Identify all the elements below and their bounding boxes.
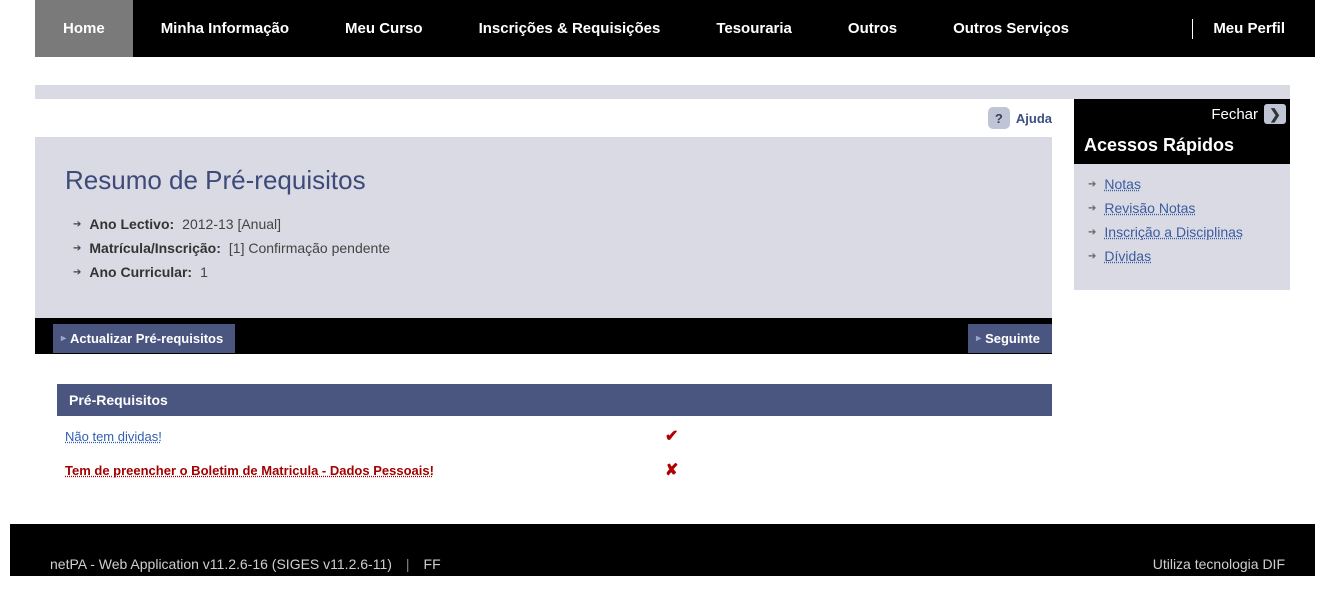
prereq-header: Pré-Requisitos	[57, 384, 1052, 416]
matricula-value: [1] Confirmação pendente	[229, 240, 390, 256]
update-prereq-button[interactable]: ▸ Actualizar Pré-requisitos	[53, 324, 235, 353]
action-bar: ▸ Actualizar Pré-requisitos ▸ Seguinte	[35, 322, 1052, 354]
check-icon: ✔	[665, 426, 678, 446]
nav-outros[interactable]: Outros	[820, 0, 925, 57]
arrow-icon: ➔	[1088, 179, 1096, 190]
sidebar-close-label[interactable]: Fechar	[1211, 106, 1258, 123]
nav-minha-informacao[interactable]: Minha Informação	[133, 0, 317, 57]
nav-tesouraria[interactable]: Tesouraria	[688, 0, 820, 57]
arrow-icon: ➔	[73, 267, 81, 278]
arrow-icon: ➔	[1088, 227, 1096, 238]
footer: netPA - Web Application v11.2.6-16 (SIGE…	[10, 524, 1315, 576]
prereq-err-link[interactable]: Tem de preencher o Boletim de Matricula …	[65, 463, 434, 478]
sidebar-title: Acessos Rápidos	[1074, 129, 1290, 164]
nav-inscricoes-requisicoes[interactable]: Inscrições & Requisições	[451, 0, 689, 57]
update-prereq-label: Actualizar Pré-requisitos	[70, 331, 223, 346]
prereq-section: Pré-Requisitos Não tem dividas! ✔ Tem de…	[57, 384, 1052, 484]
nav-home[interactable]: Home	[35, 0, 133, 57]
page-title: Resumo de Pré-requisitos	[65, 165, 1022, 196]
help-link[interactable]: Ajuda	[1016, 111, 1052, 126]
sidebar-link-dividas[interactable]: Dívidas	[1104, 248, 1151, 264]
summary-panel: Resumo de Pré-requisitos ➔ Ano Lectivo: …	[35, 137, 1052, 318]
help-icon[interactable]: ?	[988, 107, 1010, 129]
sidebar-link-notas[interactable]: Notas	[1104, 176, 1141, 192]
top-nav: Home Minha Informação Meu Curso Inscriçõ…	[35, 0, 1315, 57]
nav-meu-perfil[interactable]: Meu Perfil	[1213, 20, 1285, 37]
footer-user: FF	[424, 556, 441, 572]
help-row: ? Ajuda	[35, 99, 1052, 137]
cross-icon: ✘	[665, 460, 678, 480]
nav-divider	[1192, 19, 1193, 39]
arrow-icon: ➔	[73, 219, 81, 230]
prereq-item-error: Tem de preencher o Boletim de Matricula …	[57, 450, 1052, 484]
arrow-icon: ➔	[1088, 251, 1096, 262]
matricula-label: Matrícula/Inscrição:	[89, 240, 221, 256]
nav-meu-curso[interactable]: Meu Curso	[317, 0, 451, 57]
footer-app-version: netPA - Web Application v11.2.6-16 (SIGE…	[50, 556, 392, 572]
nav-outros-servicos[interactable]: Outros Serviços	[925, 0, 1097, 57]
prereq-item-ok: Não tem dividas! ✔	[57, 416, 1052, 450]
sidebar-link-revisao-notas[interactable]: Revisão Notas	[1104, 200, 1195, 216]
next-label: Seguinte	[985, 331, 1040, 346]
ano-curricular-value: 1	[200, 264, 208, 280]
ano-lectivo-label: Ano Lectivo:	[89, 216, 174, 232]
next-button[interactable]: ▸ Seguinte	[968, 324, 1052, 353]
prereq-ok-link[interactable]: Não tem dividas!	[65, 429, 162, 444]
footer-tech: Utiliza tecnologia DIF	[1153, 556, 1285, 572]
chevron-right-icon: ▸	[61, 333, 66, 344]
ano-lectivo-value: 2012-13 [Anual]	[182, 216, 281, 232]
ano-curricular-label: Ano Curricular:	[89, 264, 192, 280]
arrow-icon: ➔	[1088, 203, 1096, 214]
sidebar-link-inscricao-disciplinas[interactable]: Inscrição a Disciplinas	[1104, 224, 1243, 240]
sub-bar	[35, 85, 1290, 99]
chevron-right-icon: ▸	[976, 333, 981, 344]
sidebar: Fechar ❯ Acessos Rápidos ➔ Notas ➔ Revis…	[1074, 99, 1290, 484]
footer-separator: |	[406, 556, 410, 572]
arrow-icon: ➔	[73, 243, 81, 254]
chevron-right-icon[interactable]: ❯	[1264, 104, 1286, 124]
